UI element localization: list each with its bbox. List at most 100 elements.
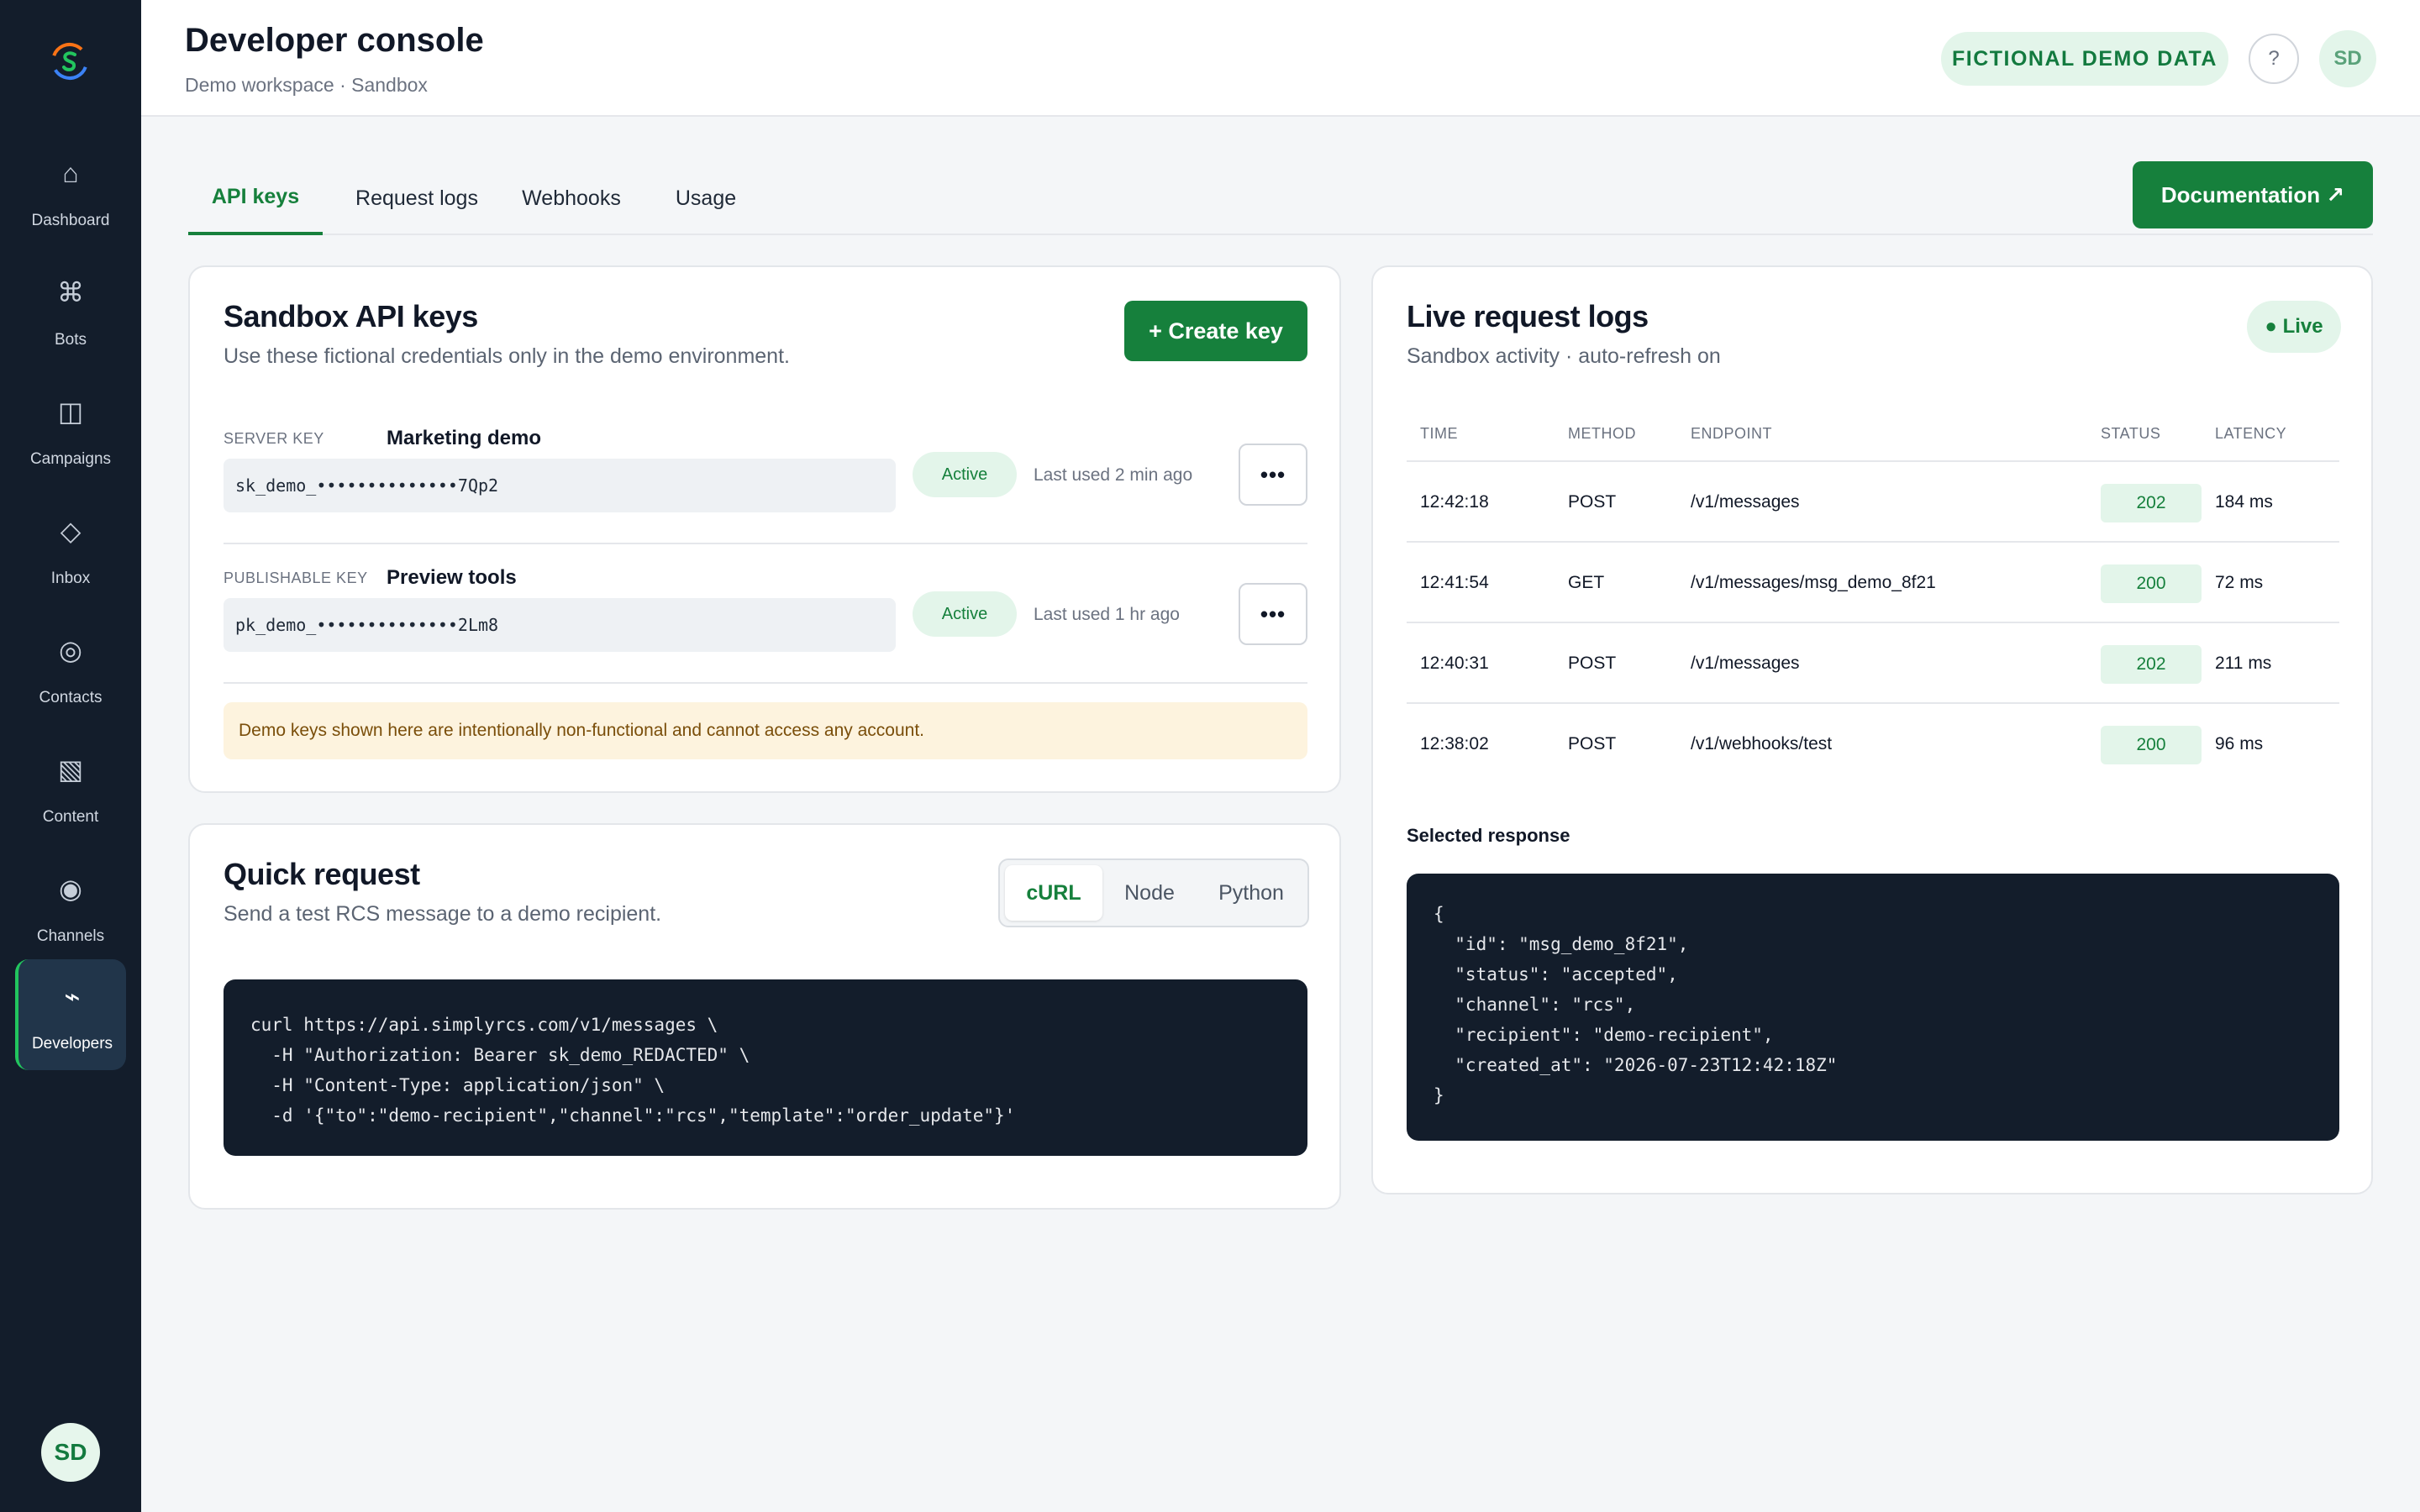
avatar[interactable]: SD <box>2319 30 2376 87</box>
tab-webhooks[interactable]: Webhooks <box>513 161 630 235</box>
response-json[interactable]: { "id": "msg_demo_8f21", "status": "acce… <box>1407 874 2339 1141</box>
demo-data-badge: FICTIONAL DEMO DATA <box>1941 32 2228 86</box>
documentation-button[interactable]: Documentation ↗ <box>2133 161 2373 228</box>
tab-bar: API keys Request logs Webhooks Usage <box>188 161 2373 235</box>
status-badge: 200 <box>2101 564 2202 603</box>
top-header: Developer console Demo workspace · Sandb… <box>141 0 2420 117</box>
lang-option-node[interactable]: Node <box>1104 865 1195 921</box>
home-icon: ⌂ <box>62 157 79 188</box>
key-name: Preview tools <box>387 566 517 589</box>
log-endpoint: /v1/messages <box>1691 654 1800 673</box>
column-header: METHOD <box>1568 425 1636 442</box>
log-endpoint: /v1/messages <box>1691 492 1800 512</box>
log-endpoint: /v1/messages/msg_demo_8f21 <box>1691 573 1936 592</box>
diamond-icon: ◇ <box>60 516 82 546</box>
bolt-icon: ⌁ <box>64 981 81 1011</box>
lang-option-curl[interactable]: cURL <box>1005 865 1102 921</box>
status-badge: 200 <box>2101 726 2202 764</box>
key-value-field[interactable]: sk_demo_••••••••••••••7Qp2 <box>224 459 896 512</box>
log-method: POST <box>1568 734 1617 753</box>
create-key-button[interactable]: + Create key <box>1124 301 1307 361</box>
more-options-button[interactable]: ••• <box>1239 583 1307 645</box>
sidebar-item-label: Content <box>42 808 99 826</box>
sidebar-item-content[interactable]: ▧ Content <box>15 732 126 843</box>
language-selector: cURL Node Python <box>998 858 1309 927</box>
status-badge: Active <box>913 452 1017 497</box>
status-badge: 202 <box>2101 645 2202 684</box>
circle-icon: ◎ <box>59 635 82 665</box>
live-badge: ● Live <box>2247 301 2341 353</box>
log-time: 12:42:18 <box>1420 492 1489 512</box>
log-endpoint: /v1/webhooks/test <box>1691 734 1833 753</box>
card-title: Live request logs <box>1407 299 1649 333</box>
radio-icon: ◉ <box>59 874 82 904</box>
sidebar-item-label: Channels <box>36 927 105 945</box>
brand-logo-icon[interactable] <box>49 40 91 82</box>
log-latency: 211 ms <box>2215 654 2272 673</box>
sidebar-item-contacts[interactable]: ◎ Contacts <box>15 613 126 724</box>
log-time: 12:41:54 <box>1420 573 1489 592</box>
sidebar: ⌂ Dashboard ⌘ Bots ◫ Campaigns ◇ Inbox ◎… <box>0 0 141 1512</box>
key-row: PUBLISHABLE KEY Preview tools pk_demo_••… <box>224 553 1307 692</box>
log-time: 12:40:31 <box>1420 654 1489 673</box>
more-options-button[interactable]: ••• <box>1239 444 1307 506</box>
divider <box>224 543 1307 544</box>
sidebar-item-inbox[interactable]: ◇ Inbox <box>15 494 126 605</box>
sidebar-item-campaigns[interactable]: ◫ Campaigns <box>15 375 126 486</box>
key-name: Marketing demo <box>387 427 542 449</box>
sidebar-item-bots[interactable]: ⌘ Bots <box>15 255 126 366</box>
card-subtitle: Send a test RCS message to a demo recipi… <box>224 902 662 926</box>
tab-usage[interactable]: Usage <box>664 161 748 235</box>
sidebar-item-dashboard[interactable]: ⌂ Dashboard <box>15 136 126 247</box>
log-method: POST <box>1568 654 1617 673</box>
log-latency: 184 ms <box>2215 492 2273 512</box>
sidebar-item-label: Contacts <box>39 689 103 706</box>
table-row[interactable]: 12:41:54 GET /v1/messages/msg_demo_8f21 … <box>1407 543 2339 623</box>
command-icon: ⌘ <box>57 277 84 307</box>
card-title: Sandbox API keys <box>224 299 478 333</box>
breadcrumb: Demo workspace · Sandbox <box>185 74 428 96</box>
page-title: Developer console <box>185 22 484 59</box>
log-latency: 72 ms <box>2215 573 2264 592</box>
column-header: ENDPOINT <box>1691 425 1773 442</box>
sidebar-item-label: Campaigns <box>29 450 112 468</box>
log-latency: 96 ms <box>2215 734 2264 753</box>
table-row[interactable]: 12:40:31 POST /v1/messages 202 211 ms <box>1407 623 2339 704</box>
key-value-field[interactable]: pk_demo_••••••••••••••2Lm8 <box>224 598 896 652</box>
sidebar-item-label: Bots <box>54 331 87 349</box>
table-row[interactable]: 12:38:02 POST /v1/webhooks/test 200 96 m… <box>1407 704 2339 785</box>
sidebar-item-label: Dashboard <box>31 212 110 229</box>
columns-icon: ◫ <box>57 396 84 427</box>
column-header: STATUS <box>2101 425 2161 442</box>
help-button[interactable]: ? <box>2249 34 2299 84</box>
column-header: LATENCY <box>2215 425 2287 442</box>
lang-option-python[interactable]: Python <box>1198 865 1304 921</box>
log-method: POST <box>1568 492 1617 512</box>
log-method: GET <box>1568 573 1605 592</box>
last-used-text: Last used 2 min ago <box>1034 465 1193 485</box>
avatar[interactable]: SD <box>41 1423 100 1482</box>
status-badge: 202 <box>2101 484 2202 522</box>
key-type: SERVER KEY <box>224 430 324 447</box>
selected-response-label: Selected response <box>1407 825 1570 846</box>
quick-request-card: Quick request Send a test RCS message to… <box>188 823 1341 1210</box>
tab-api-keys[interactable]: API keys <box>188 161 323 235</box>
sidebar-item-developers[interactable]: ⌁ Developers <box>15 959 126 1070</box>
sidebar-item-label: Inbox <box>50 570 91 587</box>
demo-notice: Demo keys shown here are intentionally n… <box>224 702 1307 759</box>
status-badge: Active <box>913 591 1017 637</box>
card-title: Quick request <box>224 857 420 891</box>
sidebar-item-channels[interactable]: ◉ Channels <box>15 852 126 963</box>
card-subtitle: Use these fictional credentials only in … <box>224 344 790 368</box>
api-keys-card: Sandbox API keys Use these fictional cre… <box>188 265 1341 793</box>
card-subtitle: Sandbox activity · auto-refresh on <box>1407 344 1721 368</box>
sidebar-item-label: Developers <box>31 1035 113 1053</box>
table-row[interactable]: 12:42:18 POST /v1/messages 202 184 ms <box>1407 462 2339 543</box>
last-used-text: Last used 1 hr ago <box>1034 605 1180 624</box>
key-type: PUBLISHABLE KEY <box>224 570 368 586</box>
divider <box>224 682 1307 684</box>
code-snippet[interactable]: curl https://api.simplyrcs.com/v1/messag… <box>224 979 1307 1156</box>
tab-request-logs[interactable]: Request logs <box>350 161 484 235</box>
pattern-icon: ▧ <box>57 754 84 785</box>
column-header: TIME <box>1420 425 1458 442</box>
